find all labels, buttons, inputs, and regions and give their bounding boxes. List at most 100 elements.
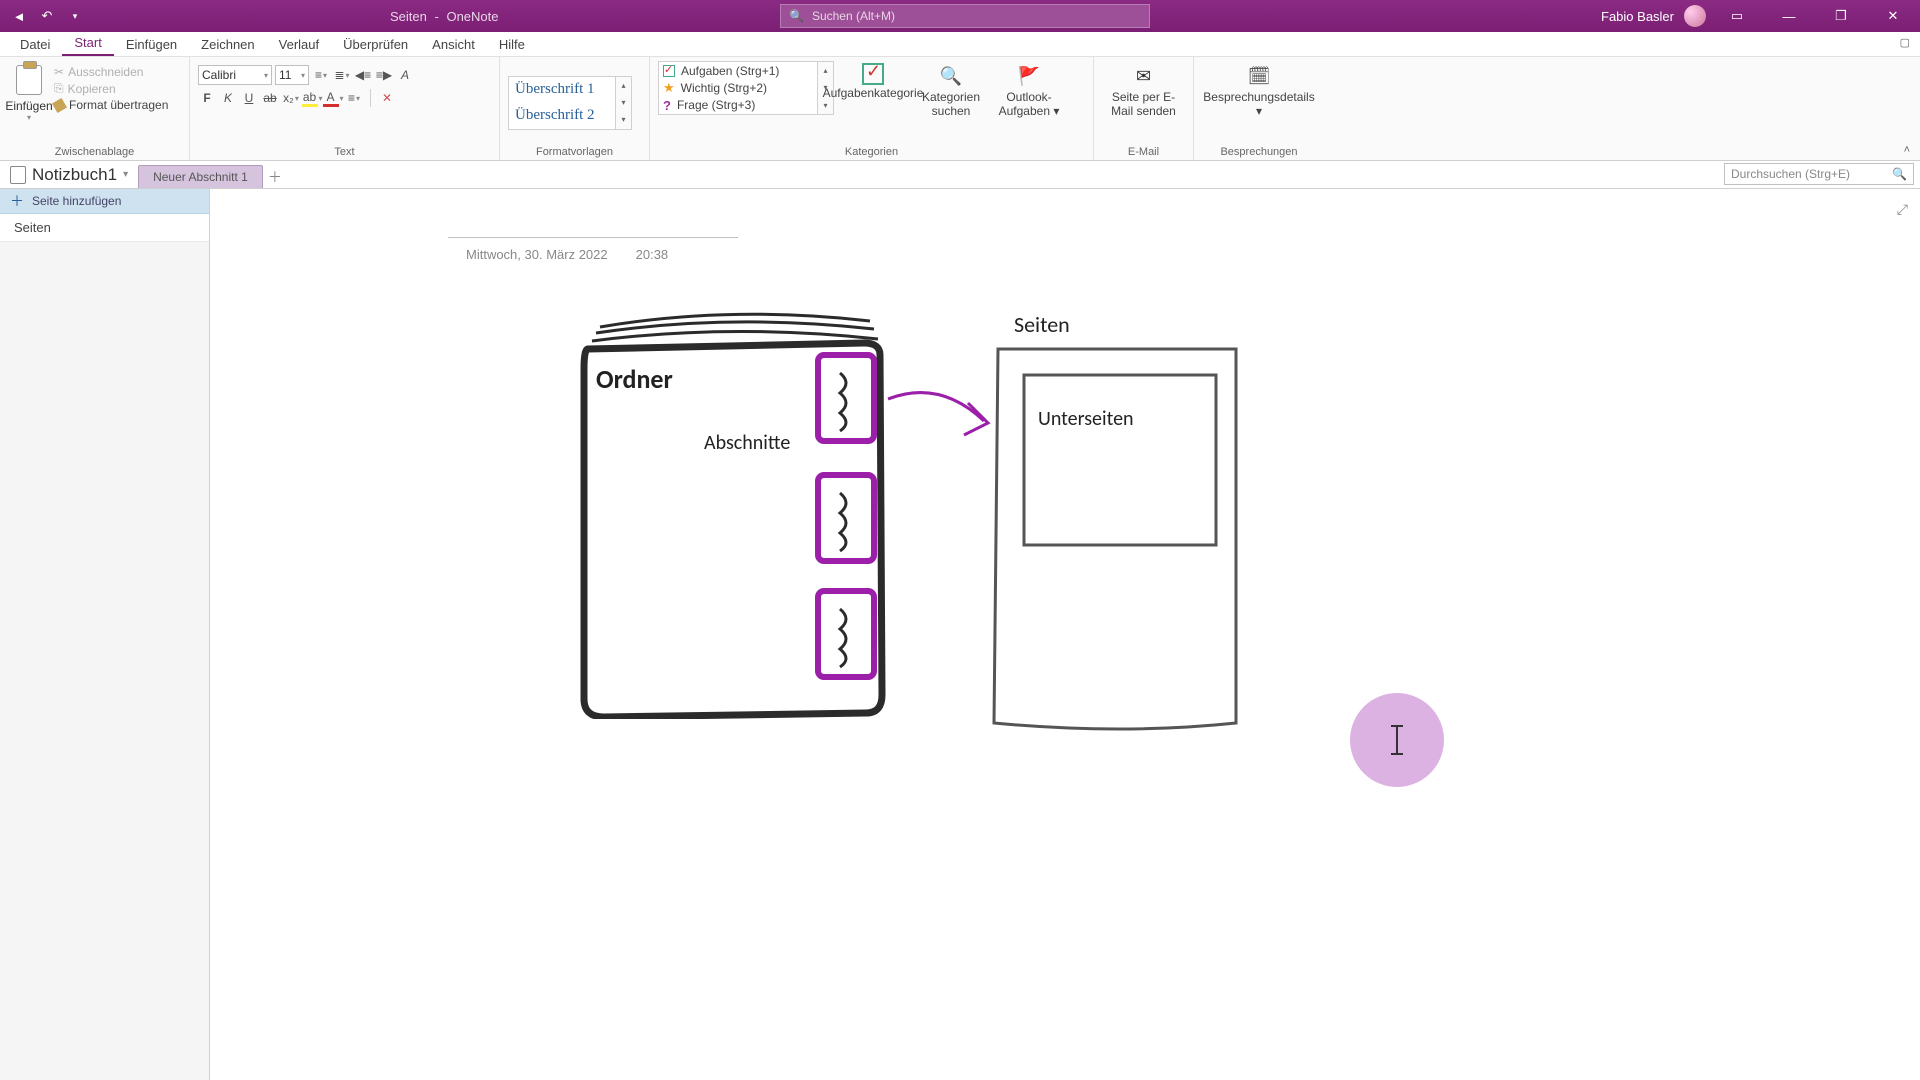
group-label-styles: Formatvorlagen	[508, 144, 641, 158]
notebook-icon	[10, 166, 26, 184]
add-page-label: Seite hinzufügen	[32, 194, 121, 208]
group-label-text: Text	[198, 144, 491, 158]
scissors-icon: ✂	[54, 65, 64, 79]
undo-button[interactable]: ↶	[36, 5, 58, 27]
close-button[interactable]: ✕	[1872, 0, 1914, 32]
group-label-clipboard: Zwischenablage	[8, 144, 181, 158]
group-text: Calibri▾ 11▾ ≡ ≣ ◀≡ ≡▶ A F K U ab x₂ ab …	[190, 57, 500, 160]
bullets-button[interactable]: ≡	[312, 66, 330, 84]
font-color-button[interactable]: A	[324, 89, 342, 107]
pages-panel: ＋ Seite hinzufügen Seiten	[0, 189, 210, 1080]
style-heading1[interactable]: Überschrift 1	[509, 77, 615, 103]
back-button[interactable]: ◄	[8, 5, 30, 27]
outlook-tasks-button[interactable]: 🚩 Outlook-Aufgaben ▾	[990, 61, 1068, 119]
notebook-name: Notizbuch1	[32, 165, 117, 185]
label-ordner: Ordner	[596, 363, 673, 395]
copy-button[interactable]: ⎘Kopieren	[54, 81, 168, 96]
styles-gallery[interactable]: Überschrift 1 Überschrift 2	[508, 76, 616, 130]
global-search[interactable]: 🔍 Suchen (Alt+M)	[780, 4, 1150, 28]
label-seiten: Seiten	[1014, 311, 1070, 338]
tag-todo[interactable]: Aufgaben (Strg+1)	[659, 62, 817, 79]
find-tags-button[interactable]: 🔍 Kategorien suchen	[912, 61, 990, 119]
italic-button[interactable]: K	[219, 89, 237, 107]
group-label-tags: Kategorien	[658, 144, 1085, 158]
highlight-button[interactable]: ab	[303, 89, 321, 107]
tag-important[interactable]: ★Wichtig (Strg+2)	[659, 79, 817, 96]
label-abschnitte: Abschnitte	[704, 431, 790, 455]
task-category-button[interactable]: ✓ Aufgabenkategorie	[834, 61, 912, 101]
page-time: 20:38	[636, 247, 669, 262]
copy-icon: ⎘	[54, 81, 64, 96]
meeting-details-button[interactable]: 🗓 Besprechungsdetails ▾	[1202, 61, 1316, 119]
main-area: ＋ Seite hinzufügen Seiten Mittwoch, 30. …	[0, 189, 1920, 1080]
page-list-item[interactable]: Seiten	[0, 214, 209, 242]
drawing-section-tabs	[810, 349, 890, 709]
styles-scroll[interactable]: ▴▾▾	[616, 76, 632, 130]
calendar-icon: 🗓	[1245, 63, 1273, 89]
drawing-page	[982, 339, 1252, 739]
numbering-button[interactable]: ≣	[333, 66, 351, 84]
paste-button[interactable]: Einfügen ▾	[8, 61, 50, 122]
tag-search-icon: 🔍	[937, 63, 965, 89]
tag-question[interactable]: ?Frage (Strg+3)	[659, 97, 817, 114]
fullscreen-icon[interactable]: ⤢	[1897, 201, 1908, 218]
user-name[interactable]: Fabio Basler	[1601, 9, 1674, 24]
minimize-button[interactable]: ―	[1768, 0, 1810, 32]
subscript-button[interactable]: x₂	[282, 89, 300, 107]
ribbon: Einfügen ▾ ✂Ausschneiden ⎘Kopieren Forma…	[0, 57, 1920, 161]
notebook-search[interactable]: Durchsuchen (Strg+E) 🔍	[1724, 163, 1914, 185]
search-placeholder: Suchen (Alt+M)	[812, 9, 895, 23]
indent-button[interactable]: ≡▶	[375, 66, 393, 84]
title-bar: ◄ ↶ ▾ Seiten - OneNote 🔍 Suchen (Alt+M) …	[0, 0, 1920, 32]
group-clipboard: Einfügen ▾ ✂Ausschneiden ⎘Kopieren Forma…	[0, 57, 190, 160]
cut-button[interactable]: ✂Ausschneiden	[54, 65, 168, 79]
plus-icon: ＋	[10, 194, 24, 208]
strike-button[interactable]: ab	[261, 89, 279, 107]
add-section-button[interactable]: ＋	[263, 165, 287, 188]
notebook-dropdown[interactable]: Notizbuch1 ▾	[0, 161, 138, 188]
menu-zeichnen[interactable]: Zeichnen	[189, 33, 266, 56]
align-button[interactable]: ≡	[345, 89, 363, 107]
search-icon: 🔍	[1892, 167, 1907, 181]
text-cursor-icon	[1396, 725, 1398, 755]
page-canvas[interactable]: Mittwoch, 30. März 2022 20:38 ⤢	[210, 189, 1920, 1080]
ribbon-display-options[interactable]: ▭	[1716, 0, 1758, 32]
collapse-ribbon-button[interactable]: ˄	[1904, 144, 1910, 156]
group-tags: Aufgaben (Strg+1) ★Wichtig (Strg+2) ?Fra…	[650, 57, 1094, 160]
notebook-search-placeholder: Durchsuchen (Strg+E)	[1731, 167, 1850, 181]
checkbox-large-icon: ✓	[862, 63, 884, 85]
format-painter-button[interactable]: Format übertragen	[54, 98, 168, 112]
bold-button[interactable]: F	[198, 89, 216, 107]
style-heading2[interactable]: Überschrift 2	[509, 103, 615, 129]
menu-datei[interactable]: Datei	[8, 33, 62, 56]
menu-einfuegen[interactable]: Einfügen	[114, 33, 189, 56]
underline-button[interactable]: U	[240, 89, 258, 107]
menu-ansicht[interactable]: Ansicht	[420, 33, 487, 56]
email-page-button[interactable]: ✉ Seite per E-Mail senden	[1102, 61, 1185, 119]
menu-hilfe[interactable]: Hilfe	[487, 33, 537, 56]
title-underline	[448, 237, 738, 238]
font-size-select[interactable]: 11▾	[275, 65, 309, 85]
menu-start[interactable]: Start	[62, 31, 113, 56]
section-tab[interactable]: Neuer Abschnitt 1	[138, 165, 263, 188]
menu-verlauf[interactable]: Verlauf	[267, 33, 331, 56]
group-label-email: E-Mail	[1102, 144, 1185, 158]
delete-button[interactable]: ✕	[378, 89, 396, 107]
avatar[interactable]	[1684, 5, 1706, 27]
quick-access-dropdown[interactable]: ▾	[64, 5, 86, 27]
group-meetings: 🗓 Besprechungsdetails ▾ Besprechungen	[1194, 57, 1324, 160]
maximize-button[interactable]: ❐	[1820, 0, 1862, 32]
outdent-button[interactable]: ◀≡	[354, 66, 372, 84]
share-button[interactable]: ▢	[1900, 36, 1910, 49]
menu-ueberpruefen[interactable]: Überprüfen	[331, 33, 420, 56]
group-styles: Überschrift 1 Überschrift 2 ▴▾▾ Formatvo…	[500, 57, 650, 160]
add-page-button[interactable]: ＋ Seite hinzufügen	[0, 189, 209, 214]
group-email: ✉ Seite per E-Mail senden E-Mail	[1094, 57, 1194, 160]
clear-format-button[interactable]: A	[396, 66, 414, 84]
star-icon: ★	[663, 80, 675, 96]
flag-icon: 🚩	[1015, 63, 1043, 89]
paintbrush-icon	[52, 97, 67, 112]
tags-gallery[interactable]: Aufgaben (Strg+1) ★Wichtig (Strg+2) ?Fra…	[658, 61, 818, 115]
font-name-select[interactable]: Calibri▾	[198, 65, 272, 85]
checkbox-icon	[663, 65, 675, 77]
